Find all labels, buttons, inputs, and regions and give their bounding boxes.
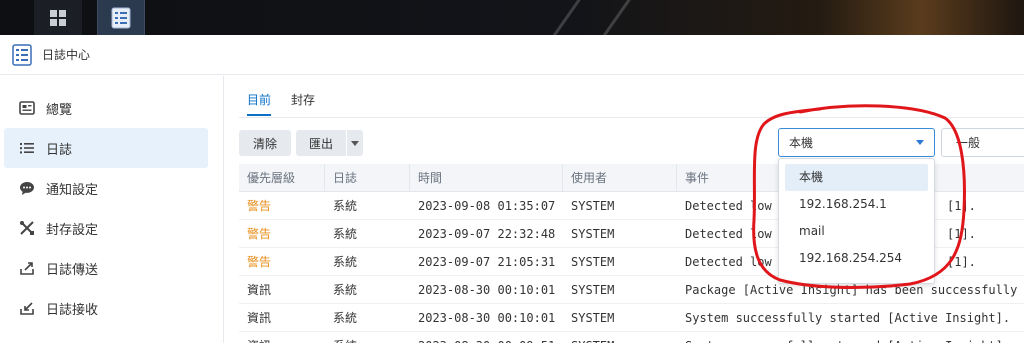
cell-log-type: 系統 — [333, 283, 358, 297]
window-titlebar: 日誌中心 — [0, 35, 1024, 75]
overview-icon — [18, 99, 36, 117]
source-select-value: 本機 — [789, 136, 814, 150]
cell-level: 資訊 — [247, 311, 272, 325]
column-header-level[interactable]: 優先層級 — [239, 164, 325, 192]
cell-time: 2023-08-30 00:09:51 — [410, 332, 563, 343]
cell-level: 警告 — [247, 255, 272, 269]
sidebar-item-log-receiving[interactable]: 日誌接收 — [4, 288, 208, 328]
cell-log-type: 系統 — [333, 311, 358, 325]
cell-log-type: 系統 — [325, 332, 410, 343]
tab-archive[interactable]: 封存 — [291, 88, 315, 116]
sidebar-item-label: 通知設定 — [46, 182, 99, 198]
clear-button[interactable]: 清除 — [239, 130, 291, 156]
column-header-log[interactable]: 日誌 — [325, 164, 410, 192]
sidebar-item-logs[interactable]: 日誌 — [4, 128, 208, 168]
cell-level: 警告 — [247, 227, 272, 241]
cell-user: SYSTEM — [571, 199, 615, 213]
chat-icon — [18, 179, 36, 197]
list-icon — [18, 139, 36, 157]
cell-log-type: 系統 — [333, 227, 358, 241]
sidebar: 總覽 日誌 通知設定 封存設定 日誌傳送 日誌接收 — [0, 76, 224, 343]
caret-down-icon — [916, 140, 924, 145]
cell-time: 2023-08-30 00:10:01 — [418, 311, 556, 325]
tab-current[interactable]: 目前 — [247, 88, 272, 116]
column-header-time[interactable]: 時間 — [410, 164, 563, 192]
cell-user: SYSTEM — [571, 255, 615, 269]
sidebar-item-label: 日誌接收 — [46, 302, 99, 318]
export-menu-button[interactable] — [347, 130, 363, 156]
cell-level: 資訊 — [239, 332, 325, 343]
tab-bar: 目前 封存 — [247, 88, 335, 116]
cell-log-type: 系統 — [333, 199, 358, 213]
taskbar — [0, 0, 1024, 35]
sidebar-item-label: 日誌 — [46, 142, 73, 158]
cell-time: 2023-09-08 01:35:07 — [418, 199, 556, 213]
cell-event-tail: [1]. — [947, 199, 976, 213]
level-select-value: 一般 — [956, 136, 981, 150]
cell-level: 警告 — [247, 199, 272, 213]
source-option[interactable]: 本機 — [785, 164, 928, 191]
taskbar-log-center-button[interactable] — [97, 0, 145, 35]
source-option[interactable]: mail — [785, 218, 928, 245]
cell-user: SYSTEM — [571, 311, 615, 325]
tools-icon — [18, 219, 36, 237]
cell-user: SYSTEM — [571, 283, 615, 297]
sidebar-item-label: 封存設定 — [46, 222, 99, 238]
wallpaper-streak — [540, 0, 583, 35]
column-header-user[interactable]: 使用者 — [563, 164, 677, 192]
cell-event: System successfully stopped [Active Insi… — [677, 332, 1024, 343]
export-button[interactable]: 匯出 — [296, 130, 346, 156]
cell-time: 2023-09-07 21:05:31 — [418, 255, 556, 269]
sidebar-item-archive-settings[interactable]: 封存設定 — [4, 208, 208, 248]
level-select[interactable]: 一般 — [941, 128, 1024, 157]
sidebar-item-label: 總覽 — [46, 102, 73, 118]
source-select[interactable]: 本機 — [778, 128, 935, 157]
grid-icon — [50, 9, 66, 26]
main-menu-button[interactable] — [34, 0, 82, 35]
wallpaper-streak — [590, 0, 633, 35]
upload-icon — [18, 259, 36, 277]
source-option[interactable]: 192.168.254.1 — [785, 191, 928, 218]
cell-event-tail: [1]. — [947, 255, 976, 269]
cell-user: SYSTEM — [563, 332, 677, 343]
app-title: 日誌中心 — [42, 48, 91, 62]
sidebar-item-log-sending[interactable]: 日誌傳送 — [4, 248, 208, 288]
sidebar-item-overview[interactable]: 總覽 — [4, 88, 208, 128]
source-option[interactable]: 192.168.254.254 — [785, 245, 928, 272]
cell-log-type: 系統 — [333, 255, 358, 269]
table-row[interactable]: 資訊系統2023-08-30 00:09:51SYSTEMSystem succ… — [239, 332, 1024, 343]
cell-time: 2023-09-07 22:32:48 — [418, 227, 556, 241]
sidebar-item-label: 日誌傳送 — [46, 262, 99, 278]
log-center-icon — [12, 43, 32, 66]
cell-level: 資訊 — [247, 283, 272, 297]
source-dropdown-list: 本機 192.168.254.1 mail 192.168.254.254 — [778, 158, 935, 284]
sidebar-item-notifications[interactable]: 通知設定 — [4, 168, 208, 208]
cell-user: SYSTEM — [571, 227, 615, 241]
download-icon — [18, 299, 36, 317]
log-center-icon — [111, 7, 131, 28]
tab-divider — [239, 117, 1024, 118]
caret-down-icon — [351, 140, 359, 146]
table-row[interactable]: 資訊 系統 2023-08-30 00:10:01 SYSTEM System succ… — [239, 304, 1024, 332]
cell-event: System successfully started [Active Insi… — [685, 311, 1011, 325]
cell-event-tail: [1]. — [947, 227, 976, 241]
cell-time: 2023-08-30 00:10:01 — [418, 283, 556, 297]
